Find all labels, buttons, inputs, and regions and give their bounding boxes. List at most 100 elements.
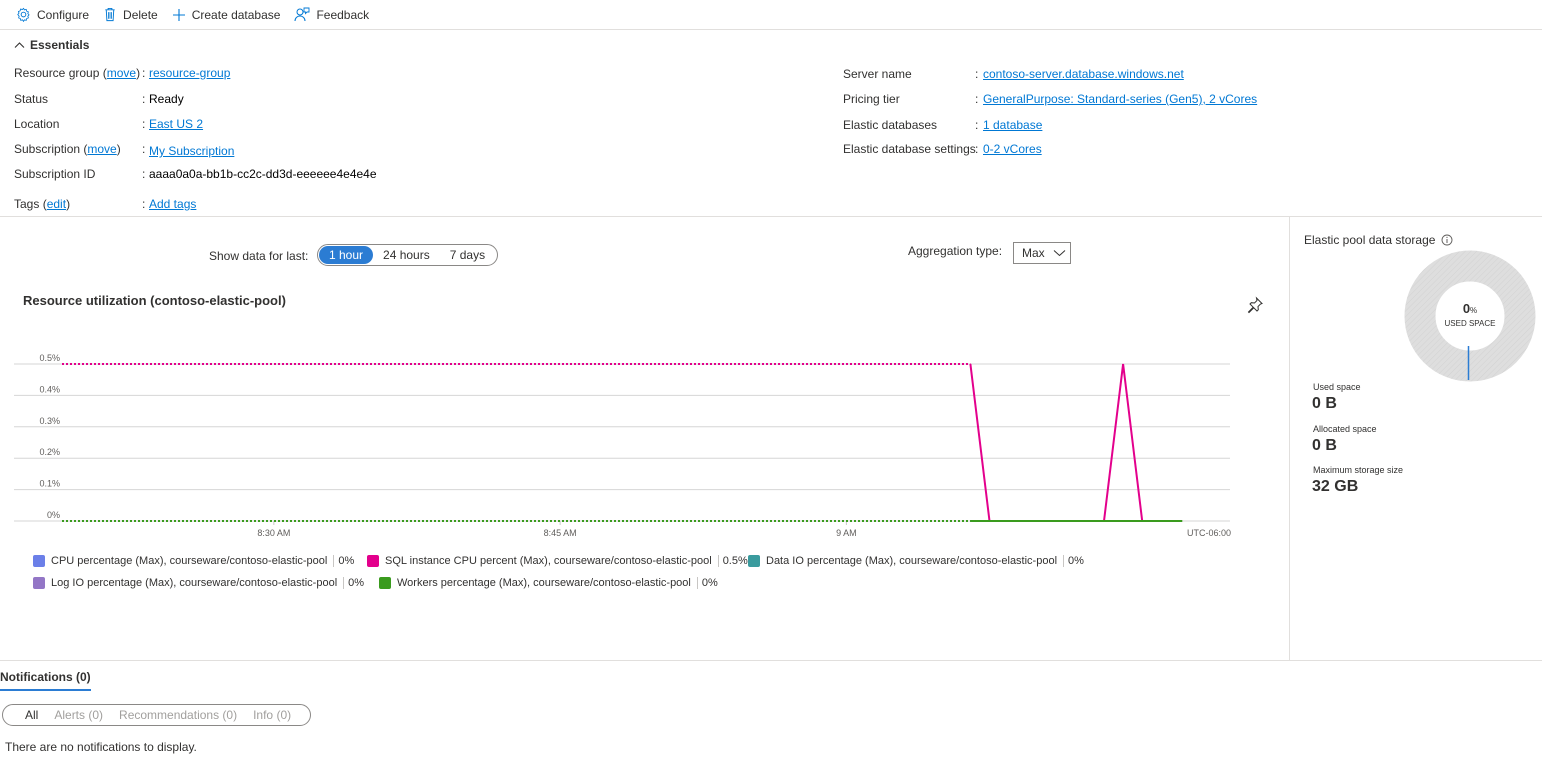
essentials-value[interactable]: My Subscription <box>149 144 234 158</box>
x-tick-label: 8:30 AM <box>257 528 290 538</box>
essentials-label-text: Subscription <box>14 142 81 156</box>
essentials-separator: : <box>142 117 146 131</box>
create-database-button[interactable]: Create database <box>172 7 281 22</box>
aggregation-type-value: Max <box>1022 246 1045 260</box>
essentials-value[interactable]: resource-group <box>149 66 230 80</box>
legend-value: 0% <box>343 577 364 589</box>
pin-chart-button[interactable] <box>1246 296 1264 317</box>
notification-filter-alerts[interactable]: Alerts (0) <box>54 708 103 722</box>
feedback-label: Feedback <box>316 7 370 22</box>
essentials-label: Elastic databases <box>843 118 937 132</box>
essentials-label: Pricing tier <box>843 92 900 106</box>
essentials-label: Subscription (move) <box>14 142 121 156</box>
allocated-space-value: 0 B <box>1312 437 1337 454</box>
essentials-label: Location <box>14 117 59 131</box>
legend-swatch <box>367 555 379 567</box>
essentials-value[interactable]: contoso-server.database.windows.net <box>983 67 1184 81</box>
notification-filter-info[interactable]: Info (0) <box>253 708 291 722</box>
essentials-separator: : <box>975 142 979 156</box>
legend-label: Log IO percentage (Max), courseware/cont… <box>51 577 338 589</box>
legend-item[interactable]: CPU percentage (Max), courseware/contoso… <box>33 555 354 567</box>
essentials-toggle[interactable]: Essentials <box>14 38 89 52</box>
essentials-separator: : <box>142 66 146 80</box>
legend-item[interactable]: Log IO percentage (Max), courseware/cont… <box>33 577 364 589</box>
storage-donut-chart <box>1404 250 1536 382</box>
essentials-value[interactable]: GeneralPurpose: Standard-series (Gen5), … <box>983 92 1257 106</box>
y-tick-label: 0.4% <box>39 384 60 394</box>
chart-title: Resource utilization (contoso-elastic-po… <box>23 293 286 308</box>
x-axis: 8:30 AM 8:45 AM 9 AM <box>257 521 857 538</box>
essentials-value[interactable]: 0-2 vCores <box>983 142 1042 156</box>
y-axis: 0% 0.1% 0.2% 0.3% 0.4% 0.5% <box>39 353 60 520</box>
essentials-value[interactable]: Add tags <box>149 197 196 211</box>
essentials-label-text: Location <box>14 117 60 131</box>
aggregation-type-dropdown[interactable]: Max <box>1013 242 1071 264</box>
storage-title: Elastic pool data storage <box>1304 233 1453 247</box>
x-tick-label: 9 AM <box>836 528 857 538</box>
chevron-down-icon <box>1053 250 1066 257</box>
y-tick-label: 0.2% <box>39 447 60 457</box>
essentials-label-text: Subscription ID <box>14 167 96 181</box>
essentials-edit-link[interactable]: edit <box>47 197 66 211</box>
essentials-label: Subscription ID <box>14 167 95 181</box>
essentials-value[interactable]: East US 2 <box>149 117 203 131</box>
essentials-label-text: Status <box>14 92 49 106</box>
essentials-label-text: Resource group <box>14 66 100 80</box>
essentials-move-link[interactable]: move <box>87 142 116 156</box>
essentials-move-link[interactable]: move <box>107 66 136 80</box>
legend-label: Workers percentage (Max), courseware/con… <box>397 577 691 589</box>
chart-grid <box>14 363 1230 522</box>
essentials-separator: : <box>975 92 979 106</box>
time-range-7-days[interactable]: 7 days <box>440 246 495 264</box>
essentials-label-text: Elastic database settings <box>843 142 976 156</box>
configure-button[interactable]: Configure <box>16 7 89 22</box>
tab-notifications[interactable]: Notifications (0) <box>0 670 91 691</box>
delete-button[interactable]: Delete <box>103 7 158 22</box>
legend-item[interactable]: SQL instance CPU percent (Max), coursewa… <box>367 555 748 567</box>
legend-item[interactable]: Data IO percentage (Max), courseware/con… <box>748 555 1084 567</box>
timezone-label: UTC-06:00 <box>1187 528 1231 538</box>
time-range-1-hour[interactable]: 1 hour <box>319 246 374 264</box>
used-space-caption: USED SPACE <box>1444 319 1496 328</box>
y-tick-label: 0% <box>47 510 60 520</box>
plus-icon <box>172 8 185 21</box>
create-database-label: Create database <box>191 7 281 22</box>
legend-swatch <box>33 555 45 567</box>
essentials-separator: : <box>975 67 979 81</box>
time-range-24-hours[interactable]: 24 hours <box>373 246 440 264</box>
y-tick-label: 0.3% <box>39 416 60 426</box>
legend-value: 0% <box>696 577 718 589</box>
essentials-label-text: Server name <box>843 67 912 81</box>
feedback-person-icon <box>294 7 310 22</box>
legend-swatch <box>748 555 760 567</box>
essentials-separator: : <box>142 167 146 181</box>
essentials-label: Elastic database settings <box>843 142 976 156</box>
resource-utilization-chart: 0% 0.1% 0.2% 0.3% 0.4% 0.5% 8:30 AM 8:45 AM 9 A… <box>14 353 1231 538</box>
allocated-space-label: Allocated space <box>1313 424 1377 434</box>
pin-icon <box>1247 296 1263 314</box>
notification-filter-recommendations[interactable]: Recommendations (0) <box>119 708 237 722</box>
delete-label: Delete <box>123 7 158 22</box>
used-percent: 0% <box>1440 301 1500 316</box>
essentials-divider <box>0 216 1542 217</box>
info-icon[interactable] <box>1441 234 1453 246</box>
feedback-button[interactable]: Feedback <box>294 7 369 22</box>
essentials-separator: : <box>975 118 979 132</box>
chart-series <box>62 363 1183 522</box>
essentials-label: Status <box>14 92 48 106</box>
max-storage-label: Maximum storage size <box>1313 465 1404 475</box>
legend-item[interactable]: Workers percentage (Max), courseware/con… <box>379 577 718 589</box>
notification-filter-all[interactable]: All <box>25 708 38 722</box>
donut-ring <box>1404 250 1536 382</box>
essentials-separator: : <box>142 92 146 106</box>
legend-label: CPU percentage (Max), courseware/contoso… <box>51 555 328 567</box>
configure-label: Configure <box>37 7 90 22</box>
essentials-value: Ready <box>149 92 184 106</box>
legend-swatch <box>379 577 391 589</box>
chevron-up-icon <box>14 42 25 48</box>
legend-value: 0% <box>1063 555 1084 567</box>
show-data-label: Show data for last: <box>209 249 309 263</box>
essentials-label: Tags (edit) <box>14 197 71 211</box>
essentials-value[interactable]: 1 database <box>983 118 1042 132</box>
essentials-label-text: Elastic databases <box>843 118 938 132</box>
